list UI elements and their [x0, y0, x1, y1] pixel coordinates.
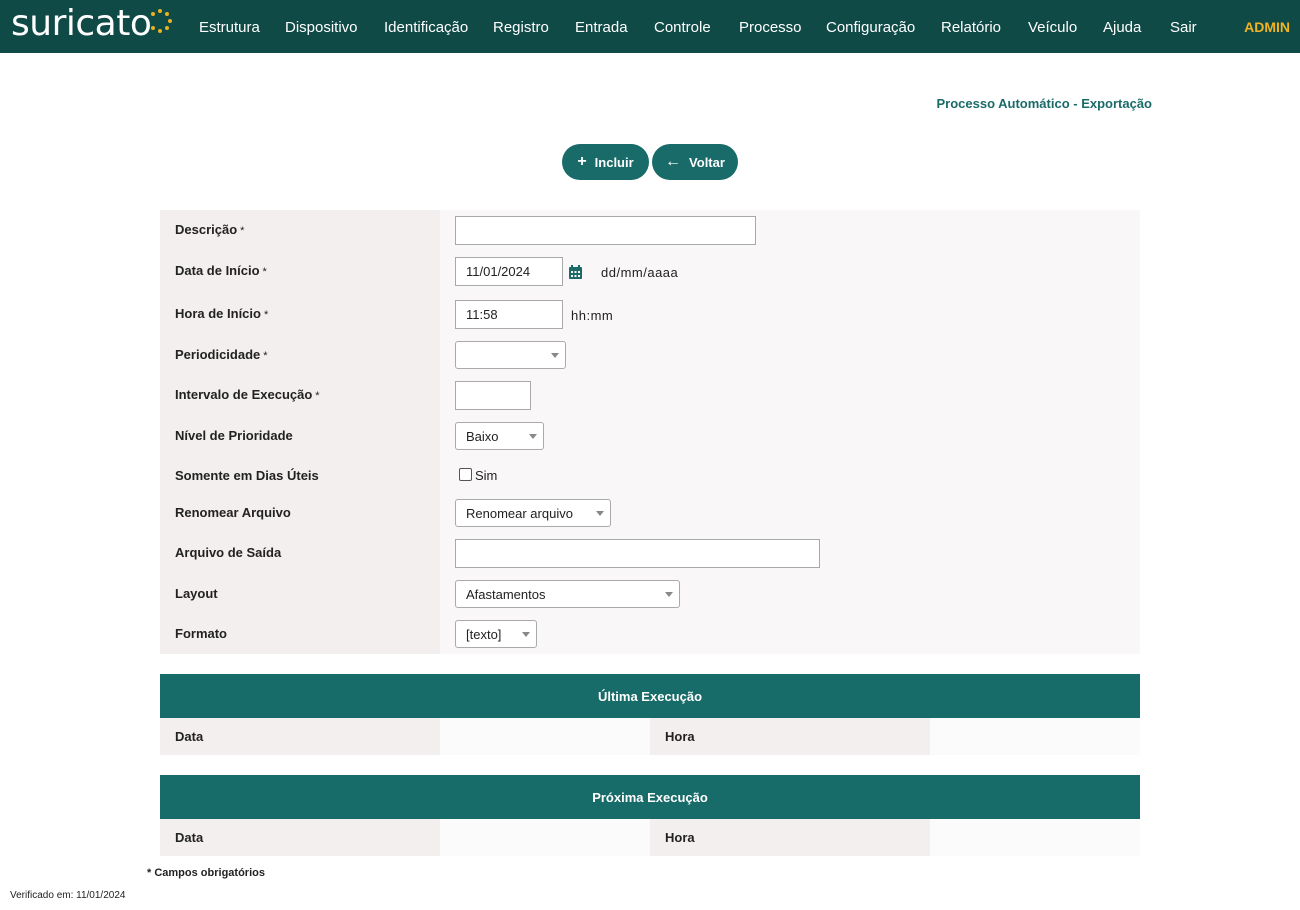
hora-inicio-input[interactable]: 11:58: [455, 300, 563, 329]
nav-item-controle[interactable]: Controle: [654, 19, 711, 36]
back-button[interactable]: ← Voltar: [652, 144, 738, 180]
ultima-execucao-row: Data Hora: [160, 718, 1140, 755]
nav-item-registro[interactable]: Registro: [493, 19, 549, 36]
nav-item-configuracao[interactable]: Configuração: [826, 19, 915, 36]
formato-value: [texto]: [466, 626, 502, 642]
nav-item-sair[interactable]: Sair: [1170, 19, 1197, 36]
proxima-execucao-row: Data Hora: [160, 819, 1140, 856]
nav-item-veiculo[interactable]: Veículo: [1028, 19, 1077, 36]
data-inicio-input[interactable]: 11/01/2024: [455, 257, 563, 286]
nav-item-entrada[interactable]: Entrada: [575, 19, 628, 36]
renomear-label: Renomear Arquivo: [175, 505, 291, 520]
periodicidade-select[interactable]: [455, 341, 566, 369]
proxima-execucao-panel: Próxima Execução Data Hora: [160, 775, 1140, 856]
proxima-data-label: Data: [160, 819, 440, 856]
ultima-execucao-title: Última Execução: [160, 674, 1140, 718]
periodicidade-label: Periodicidade *: [175, 347, 268, 362]
chevron-down-icon: [665, 592, 673, 597]
prioridade-value: Baixo: [466, 428, 499, 444]
renomear-value: Renomear arquivo: [466, 505, 573, 521]
dias-uteis-label: Somente em Dias Úteis: [175, 468, 319, 483]
chevron-down-icon: [529, 434, 537, 439]
suricato-logo[interactable]: suricato: [11, 4, 173, 48]
arquivo-saida-label: Arquivo de Saída: [175, 545, 282, 560]
required-fields-note: * Campos obrigatórios: [147, 867, 265, 879]
ultima-hora-value: [930, 718, 1140, 755]
layout-select[interactable]: Afastamentos: [455, 580, 680, 608]
chevron-down-icon: [551, 353, 559, 358]
include-button-label: Incluir: [594, 154, 634, 170]
formato-label: Formato: [175, 626, 227, 641]
layout-value: Afastamentos: [466, 586, 546, 602]
proxima-hora-value: [930, 819, 1140, 856]
arquivo-saida-input[interactable]: [455, 539, 820, 568]
layout-label: Layout: [175, 586, 218, 601]
chevron-down-icon: [596, 511, 604, 516]
prioridade-select[interactable]: Baixo: [455, 422, 544, 450]
export-process-form: Descrição * Data de Início * 11/01/2024 dd…: [160, 210, 1140, 654]
ultima-execucao-panel: Última Execução Data Hora: [160, 674, 1140, 755]
proxima-execucao-title: Próxima Execução: [160, 775, 1140, 819]
hora-inicio-label: Hora de Início *: [175, 306, 269, 321]
proxima-hora-label: Hora: [650, 819, 930, 856]
include-button[interactable]: + Incluir: [562, 144, 649, 180]
back-button-label: Voltar: [689, 154, 725, 170]
logo-dots-icon: [151, 4, 173, 44]
top-navigation-bar: suricato Estrutura Dispositivo Identific…: [0, 0, 1300, 53]
hora-format-hint: hh:mm: [571, 308, 614, 323]
nav-item-processo[interactable]: Processo: [739, 19, 802, 36]
renomear-select[interactable]: Renomear arquivo: [455, 499, 611, 527]
data-inicio-label: Data de Início *: [175, 263, 267, 278]
plus-icon: +: [577, 153, 587, 170]
data-format-hint: dd/mm/aaaa: [601, 265, 679, 280]
nav-item-estrutura[interactable]: Estrutura: [199, 19, 260, 36]
verified-date: Verificado em: 11/01/2024: [10, 890, 126, 901]
dias-uteis-checkbox-label[interactable]: Sim: [475, 468, 497, 483]
intervalo-input[interactable]: [455, 381, 531, 410]
ultima-data-label: Data: [160, 718, 440, 755]
prioridade-label: Nível de Prioridade: [175, 428, 293, 443]
descricao-label: Descrição *: [175, 222, 245, 237]
ultima-data-value: [440, 718, 650, 755]
arrow-left-icon: ←: [665, 153, 682, 170]
nav-item-identificacao[interactable]: Identificação: [384, 19, 468, 36]
nav-item-relatorio[interactable]: Relatório: [941, 19, 1001, 36]
descricao-input[interactable]: [455, 216, 756, 245]
ultima-hora-label: Hora: [650, 718, 930, 755]
calendar-icon[interactable]: [569, 265, 582, 279]
logo-text: suricato: [11, 3, 152, 44]
page-title: Processo Automático - Exportação: [936, 96, 1152, 111]
intervalo-label: Intervalo de Execução *: [175, 387, 320, 402]
dias-uteis-checkbox[interactable]: [459, 468, 472, 481]
user-name[interactable]: ADMIN: [1244, 19, 1290, 35]
nav-item-dispositivo[interactable]: Dispositivo: [285, 19, 358, 36]
proxima-data-value: [440, 819, 650, 856]
formato-select[interactable]: [texto]: [455, 620, 537, 648]
nav-item-ajuda[interactable]: Ajuda: [1103, 19, 1141, 36]
chevron-down-icon: [522, 632, 530, 637]
